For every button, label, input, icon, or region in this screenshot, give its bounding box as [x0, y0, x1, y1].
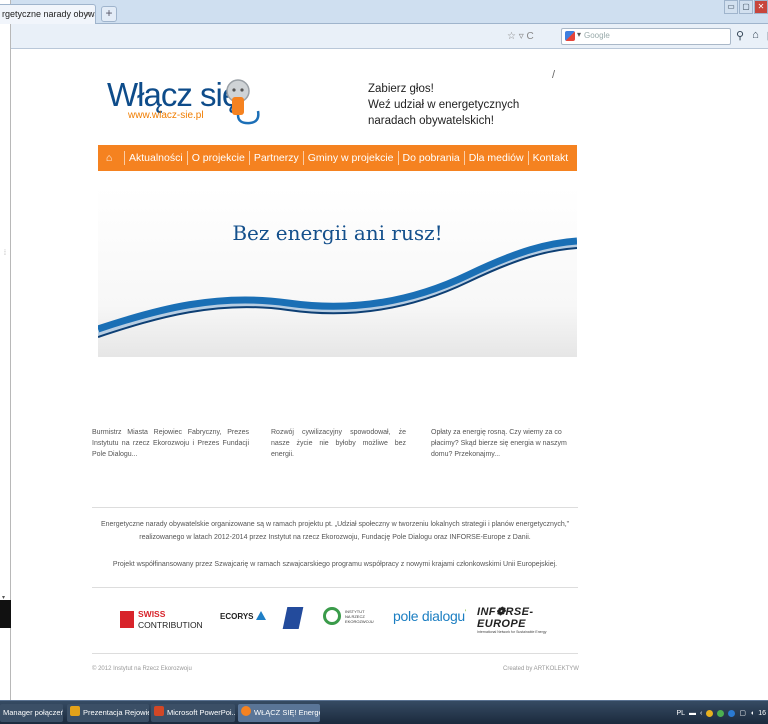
tab-title: rgetyczne narady obywa... — [2, 9, 95, 19]
footer-copyright: © 2012 Instytut na Rzecz Ekorozwoju — [92, 666, 192, 672]
news-item-1[interactable]: Burmistrz Miasta Rejowiec Fabryczny, Pre… — [92, 428, 249, 460]
page-content: Włącz się www.wlacz-sie.pl Zabierz głos!… — [11, 49, 768, 700]
taskbar-item-prezentacja[interactable]: Prezentacja Rejowie... — [67, 704, 149, 722]
news-item-3[interactable]: Opłaty za energię rosną. Czy wiemy za co… — [431, 428, 578, 460]
language-indicator[interactable]: PL — [676, 710, 685, 717]
taskbar-item-manager[interactable]: Manager połączeń — [0, 704, 63, 722]
folder-icon — [70, 706, 80, 716]
google-icon[interactable] — [565, 31, 575, 41]
slogan-line-1: Zabierz głos! — [368, 83, 434, 95]
slogan: Zabierz głos! Weź udział w energetycznyc… — [368, 81, 519, 129]
menu-item-do-pobrania[interactable]: Do pobrania — [403, 152, 460, 164]
search-placeholder: Google — [584, 31, 610, 40]
news-item-2[interactable]: Rozwój cywilizacyjny spowodował, że nasz… — [271, 428, 406, 460]
close-window-button[interactable]: ✕ — [754, 0, 768, 14]
taskbar-item-browser[interactable]: WŁĄCZ SIĘ! Energet... — [238, 704, 320, 722]
menu-item-kontakt[interactable]: Kontakt — [533, 152, 569, 164]
firefox-icon — [241, 706, 251, 716]
menu-item-o-projekcie[interactable]: O projekcie — [192, 152, 245, 164]
toolbar-icons: ⚲ ⌂ ▣ — [736, 29, 768, 42]
divider — [92, 587, 578, 588]
hero-banner[interactable]: Bez energii ani rusz! — [98, 187, 577, 357]
window-controls: ▭ ▢ ✕ — [724, 0, 768, 18]
inforse-europe-logo[interactable]: INF❁RSE-EUROPE International Network for… — [477, 605, 578, 634]
language-switch[interactable]: / — [552, 69, 555, 81]
slogan-line-2: Weź udział w energetycznych — [368, 99, 520, 111]
minimize-button[interactable]: ▭ — [724, 0, 738, 14]
divider — [92, 507, 578, 508]
windows-taskbar: Manager połączeń Prezentacja Rejowie... … — [0, 700, 768, 724]
search-icon[interactable]: ⚲ — [736, 29, 744, 42]
new-tab-button[interactable]: + — [101, 6, 117, 22]
menu-item-aktualnosci[interactable]: Aktualności — [129, 152, 183, 164]
footer-credits[interactable]: Created by ARTKOLEKTYW — [503, 666, 579, 672]
browser-tab[interactable]: rgetyczne narady obywa... × — [0, 4, 96, 24]
main-menu: ⌂ Aktualności O projekcie Partnerzy Gmin… — [98, 145, 577, 171]
tray-arrow-icon[interactable]: ‹ — [700, 710, 702, 717]
maximize-button[interactable]: ▢ — [739, 0, 753, 14]
dark-panel — [0, 600, 11, 628]
tab-strip: rgetyczne narady obywa... × + ▭ ▢ ✕ — [0, 0, 768, 24]
left-window-strip: ⁞ ▾ — [0, 0, 11, 724]
partner-logos: SWISS CONTRIBUTION ECORYS INSTYTUT NA RZ… — [92, 603, 578, 637]
pole-dialogu-logo[interactable]: pole dialogu' — [393, 608, 467, 624]
wave-graphic — [98, 237, 577, 338]
url-bar-controls[interactable]: ☆ ▿ C — [507, 29, 559, 44]
site-logo-url: www.wlacz-sie.pl — [128, 110, 204, 121]
splitter-grip[interactable]: ⁞ — [4, 250, 6, 257]
system-tray: PL ▬ ‹ ▢ ◖ 16 — [676, 704, 768, 722]
menu-item-partnerzy[interactable]: Partnerzy — [254, 152, 299, 164]
plug-icon — [226, 79, 260, 125]
menu-item-dla-mediow[interactable]: Dla mediów — [469, 152, 524, 164]
tray-app-icon[interactable] — [728, 709, 736, 717]
home-icon[interactable]: ⌂ — [752, 29, 759, 42]
tab-close-icon[interactable]: × — [86, 5, 91, 23]
taskbar-item-powerpoint[interactable]: Microsoft PowerPoi... — [151, 704, 235, 722]
ecorys-logo[interactable]: ECORYS — [220, 611, 266, 621]
network-icon[interactable]: ▬ — [689, 710, 696, 717]
slogan-line-3: naradach obywatelskich! — [368, 115, 494, 127]
search-input[interactable]: ▾ Google — [561, 28, 731, 45]
volume-icon[interactable]: ◖ — [750, 710, 754, 717]
tray-app-icon[interactable] — [717, 709, 725, 717]
ekorozwoj-logo[interactable] — [282, 607, 304, 629]
project-info: Energetyczne narady obywatelskie organiz… — [100, 521, 570, 541]
funding-info: Projekt współfinansowany przez Szwajcari… — [112, 561, 558, 568]
menu-item-gminy[interactable]: Gminy w projekcie — [308, 152, 394, 164]
divider — [92, 653, 578, 654]
monitor-icon[interactable]: ▢ — [739, 709, 746, 717]
clock[interactable]: 16 — [758, 710, 766, 717]
search-engine-dropdown[interactable]: ▾ — [577, 30, 581, 39]
powerpoint-icon — [154, 706, 164, 716]
navigation-toolbar: ☆ ▿ C ▾ Google ⚲ ⌂ ▣ — [11, 24, 768, 49]
tray-app-icon[interactable] — [706, 709, 714, 717]
home-icon[interactable]: ⌂ — [98, 152, 120, 164]
